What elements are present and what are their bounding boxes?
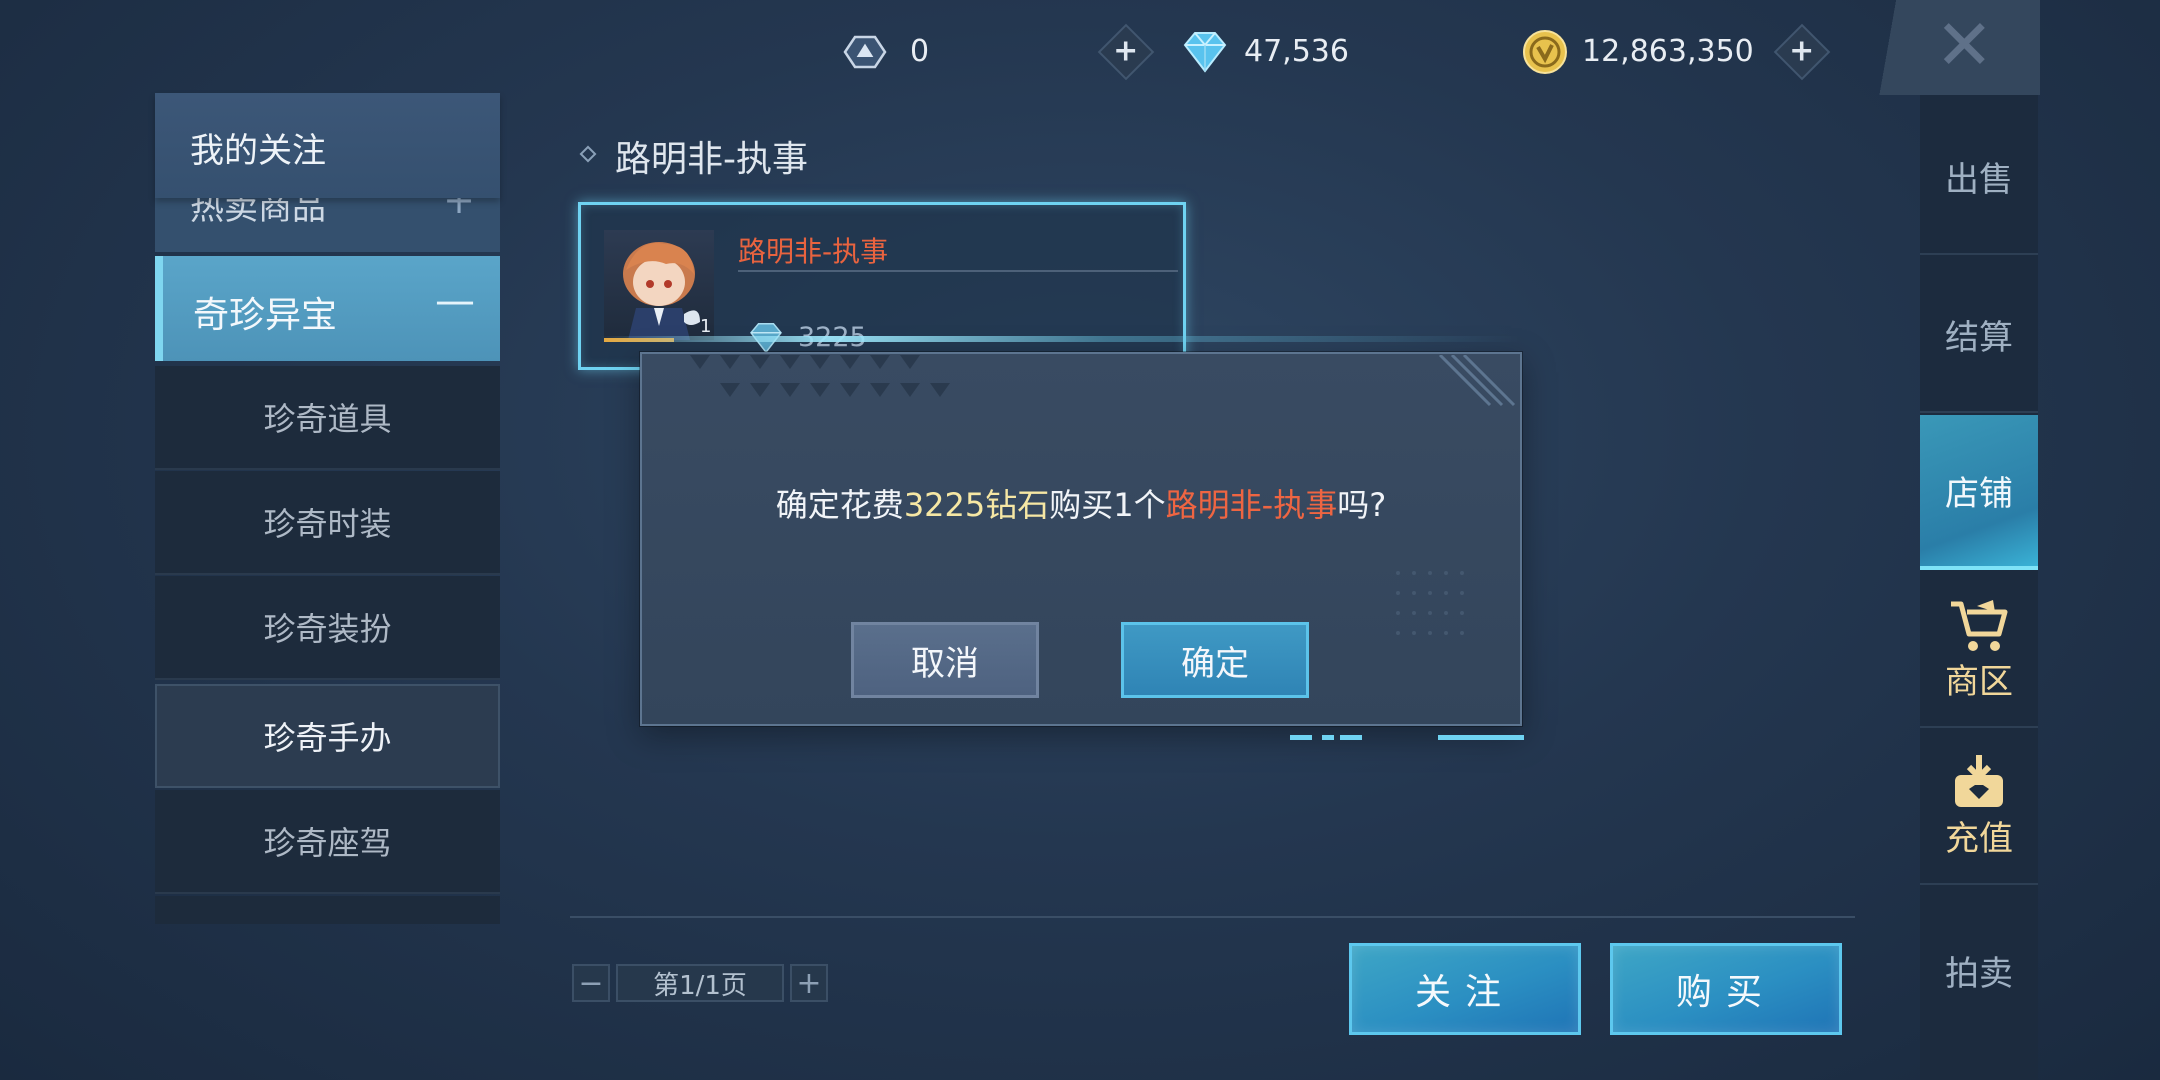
dialog-dot-decoration	[1396, 571, 1464, 635]
tab-recharge[interactable]: 充值	[1920, 730, 2038, 885]
menu-bottom-spacer	[155, 896, 500, 924]
dialog-confirm-button[interactable]: 确定	[1121, 622, 1309, 698]
menu-category-treasures[interactable]: 奇珍异宝 —	[155, 256, 500, 361]
buy-button[interactable]: 购买	[1610, 943, 1842, 1035]
item-name-divider	[738, 270, 1178, 272]
close-icon[interactable]: ✕	[1935, 10, 1994, 80]
cart-icon	[1951, 600, 2008, 651]
diamond-count: 47,536	[1244, 34, 1349, 69]
diamond-icon	[1180, 27, 1230, 77]
tab-sell[interactable]: 出售	[1920, 100, 2038, 255]
tab-auction[interactable]: 拍卖	[1920, 893, 2038, 1048]
dialog-accent-bar	[1340, 735, 1362, 740]
dialog-triangle-decoration	[690, 355, 950, 397]
item-count: 1	[700, 316, 712, 337]
title-bullet-icon	[579, 145, 597, 163]
coin-icon	[1520, 27, 1570, 77]
pager-next-button[interactable]: +	[790, 964, 828, 1002]
tab-recharge-label: 充值	[1945, 819, 2013, 859]
submenu-item-fashion[interactable]: 珍奇时装	[155, 471, 500, 575]
coin-count: 12,863,350	[1582, 34, 1754, 69]
follow-button[interactable]: 关注	[1349, 943, 1581, 1035]
ticket-count: 0	[910, 34, 930, 69]
dialog-msg-prefix: 确定花费	[775, 486, 904, 524]
dialog-message: 确定花费3225钻石购买1个路明非-执事吗?	[640, 480, 1522, 526]
tab-mall-label: 商区	[1945, 662, 2013, 702]
menu-item-hot-goods[interactable]: 热卖商品 +	[155, 190, 500, 252]
dialog-stripe-decoration	[1438, 355, 1516, 407]
dialog-msg-amount: 3225钻石	[903, 486, 1050, 524]
dialog-accent-bar	[1322, 735, 1334, 740]
pager-prev-button[interactable]: −	[572, 964, 610, 1002]
submenu-item-figures[interactable]: 珍奇手办	[155, 684, 500, 788]
tab-checkout[interactable]: 结算	[1920, 258, 2038, 413]
submenu-item-dressup[interactable]: 珍奇装扮	[155, 576, 500, 680]
recharge-icon	[1955, 755, 2003, 807]
dialog-msg-middle: 购买1个	[1049, 486, 1166, 524]
item-name: 路明非-执事	[738, 235, 889, 268]
tab-shop[interactable]: 店铺	[1920, 415, 2038, 570]
dialog-cancel-button[interactable]: 取消	[851, 622, 1039, 698]
section-title: 路明非-执事	[615, 139, 808, 180]
tab-mall[interactable]: 商区	[1920, 573, 2038, 728]
item-avatar	[604, 230, 714, 340]
dialog-accent-bar	[1290, 735, 1312, 740]
menu-item-my-follows[interactable]: 我的关注	[155, 93, 500, 198]
submenu-item-props[interactable]: 珍奇道具	[155, 366, 500, 470]
dialog-msg-suffix: 吗?	[1337, 486, 1387, 524]
dialog-msg-item-name: 路明非-执事	[1165, 486, 1338, 524]
bottom-divider	[570, 916, 1855, 918]
dialog-light-streak	[600, 336, 1520, 342]
confirm-dialog	[640, 352, 1522, 726]
submenu-item-mounts[interactable]: 珍奇座驾	[155, 790, 500, 894]
pager-indicator: 第1/1页	[616, 964, 784, 1002]
ticket-icon	[840, 27, 890, 77]
dialog-accent-bar	[1438, 735, 1524, 740]
